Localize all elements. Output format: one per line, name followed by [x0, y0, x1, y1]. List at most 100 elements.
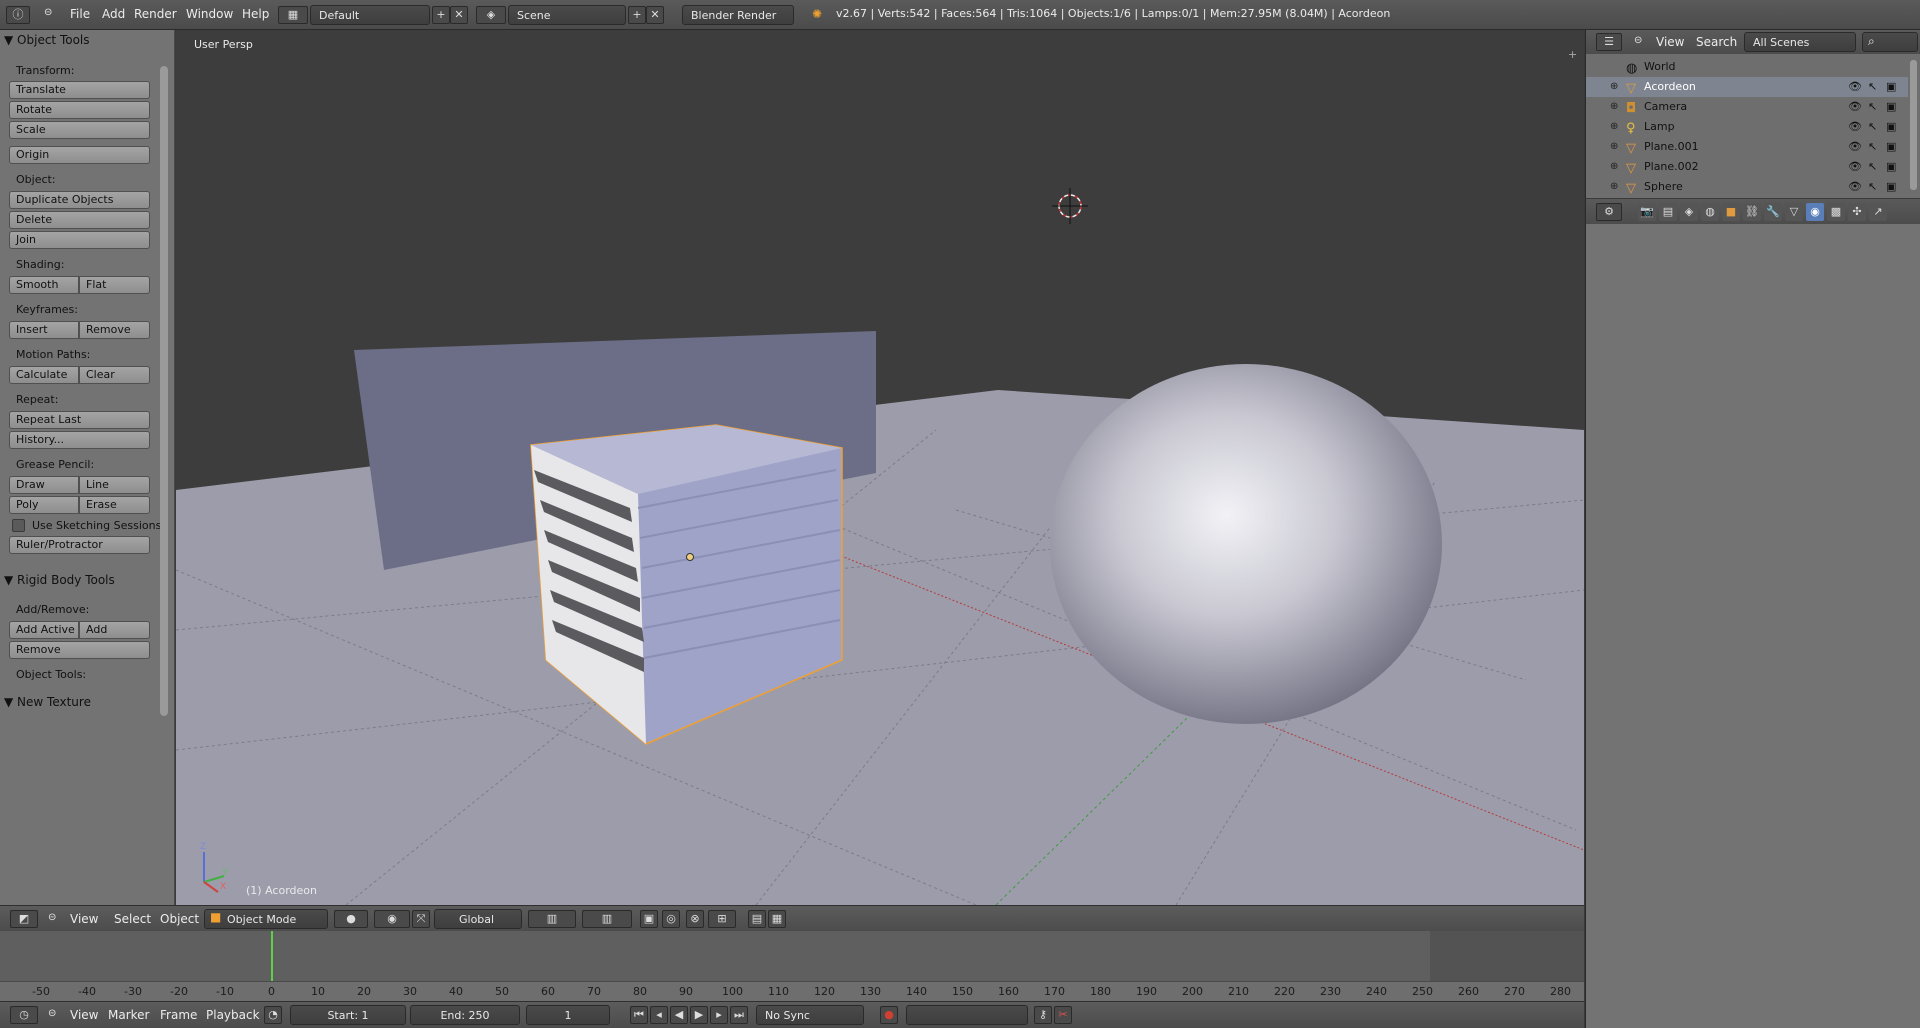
visibility-eye-icon[interactable]: 👁 [1848, 117, 1862, 137]
remove-screen-icon[interactable]: ✕ [450, 6, 468, 24]
visibility-eye-icon[interactable]: 👁 [1848, 137, 1862, 157]
keying-set-field[interactable] [906, 1005, 1028, 1025]
outliner-list[interactable]: ◍ World ⊕ ▽ Acordeon 👁 ↖ ▣ ⊕ ◘ Camera 👁 … [1585, 54, 1920, 198]
calculate-button[interactable]: Calculate [9, 366, 79, 384]
add-active-button[interactable]: Add Active [9, 621, 79, 639]
menu-view[interactable]: View [70, 912, 98, 926]
physics-tab-icon[interactable]: ↗ [1869, 203, 1887, 221]
selectable-cursor-icon[interactable]: ↖ [1868, 157, 1877, 177]
editor-type-timeline-icon[interactable]: ◷ [10, 1006, 38, 1024]
editor-type-properties-icon[interactable]: ⚙ [1596, 203, 1622, 221]
remove-scene-icon[interactable]: ✕ [646, 6, 664, 24]
timeline-ruler[interactable]: -50 -40 -30 -20 -10 0 10 20 30 40 50 60 … [0, 981, 1584, 1001]
insert-keyframe-button[interactable]: Insert [9, 321, 79, 339]
outliner-item[interactable]: ⊕ ▽ Plane.002 👁 ↖ ▣ [1586, 157, 1908, 177]
tool-shelf-scrollbar[interactable] [160, 66, 168, 716]
object-tools-panel-header[interactable]: ▼ Object Tools [4, 33, 90, 47]
jump-start-icon[interactable]: ⏮ [630, 1006, 648, 1024]
start-frame-field[interactable]: Start: 1 [290, 1005, 406, 1025]
menu-view[interactable]: View [70, 1008, 98, 1022]
object-tab-icon[interactable]: ■ [1722, 203, 1740, 221]
visibility-eye-icon[interactable]: 👁 [1848, 157, 1862, 177]
menu-help[interactable]: Help [242, 7, 269, 21]
3d-cursor-icon[interactable] [1052, 188, 1088, 224]
line-button[interactable]: Line [79, 476, 150, 494]
menu-object[interactable]: Object [160, 912, 199, 926]
renderable-camera-icon[interactable]: ▣ [1886, 137, 1896, 157]
scene-field[interactable]: Scene [508, 5, 626, 25]
selectable-cursor-icon[interactable]: ↖ [1868, 77, 1877, 97]
3d-viewport[interactable]: User Persp Z Y X (1) Acordeon + [176, 30, 1584, 905]
expand-icon[interactable]: ⊕ [1610, 97, 1618, 117]
menu-frame[interactable]: Frame [160, 1008, 197, 1022]
visibility-eye-icon[interactable]: 👁 [1848, 177, 1862, 197]
new-texture-panel-header[interactable]: ▼ New Texture [4, 695, 91, 709]
transform-orientation-dropdown[interactable]: Global [434, 909, 522, 929]
renderable-camera-icon[interactable]: ▣ [1886, 177, 1896, 197]
collapse-menus-icon[interactable]: ⊝ [1634, 35, 1642, 46]
collapse-menus-icon[interactable]: ⊝ [48, 912, 56, 923]
world-tab-icon[interactable]: ◍ [1701, 203, 1719, 221]
add-screen-icon[interactable]: + [432, 6, 450, 24]
collapse-menus-icon[interactable]: ⊝ [44, 7, 52, 18]
manipulator-icon[interactable]: ⤧ [412, 910, 430, 928]
rigid-body-panel-header[interactable]: ▼ Rigid Body Tools [4, 573, 115, 587]
data-tab-icon[interactable]: ▽ [1785, 203, 1803, 221]
expand-icon[interactable]: ⊕ [1610, 77, 1618, 97]
opengl-render-anim-icon[interactable]: ▦ [768, 910, 786, 928]
selectable-cursor-icon[interactable]: ↖ [1868, 97, 1877, 117]
ruler-protractor-button[interactable]: Ruler/Protractor [9, 536, 150, 554]
smooth-button[interactable]: Smooth [9, 276, 79, 294]
render-engine-dropdown[interactable]: Blender Render [682, 5, 794, 25]
screen-layout-icon[interactable]: ▦ [278, 6, 308, 24]
clear-button[interactable]: Clear [79, 366, 150, 384]
menu-render[interactable]: Render [134, 7, 177, 21]
flat-button[interactable]: Flat [79, 276, 150, 294]
scene-layers-2-icon[interactable]: ▥ [582, 910, 632, 928]
expand-icon[interactable]: ⊕ [1610, 157, 1618, 177]
snap-element-icon[interactable]: ⊞ [708, 910, 736, 928]
insert-keyframe-icon[interactable]: ⚷ [1034, 1006, 1052, 1024]
rotate-button[interactable]: Rotate [9, 101, 150, 119]
renderable-camera-icon[interactable]: ▣ [1886, 117, 1896, 137]
draw-button[interactable]: Draw [9, 476, 79, 494]
origin-button[interactable]: Origin [9, 146, 150, 164]
translate-button[interactable]: Translate [9, 81, 150, 99]
expand-icon[interactable]: ⊕ [1610, 137, 1618, 157]
remove-rigid-body-button[interactable]: Remove [9, 641, 150, 659]
add-passive-button[interactable]: Add Passive [79, 621, 150, 652]
outliner-item[interactable]: ◍ World [1586, 57, 1908, 77]
material-tab-icon[interactable]: ◉ [1806, 203, 1824, 221]
outliner-scrollbar[interactable] [1910, 60, 1917, 190]
object-mode-dropdown[interactable]: Object Mode [204, 909, 328, 929]
outliner-filter-dropdown[interactable]: All Scenes [1744, 32, 1856, 52]
menu-playback[interactable]: Playback [206, 1008, 260, 1022]
preview-range-icon[interactable]: ◔ [264, 1006, 282, 1024]
expand-icon[interactable]: ⊕ [1610, 177, 1618, 197]
timeline-editor[interactable]: -50 -40 -30 -20 -10 0 10 20 30 40 50 60 … [0, 931, 1584, 1001]
lock-layers-icon[interactable]: ▣ [640, 910, 658, 928]
selectable-cursor-icon[interactable]: ↖ [1868, 117, 1877, 137]
history-button[interactable]: History... [9, 431, 150, 449]
jump-keyframe-forward-icon[interactable]: ▸ [710, 1006, 728, 1024]
render-layers-tab-icon[interactable]: ▤ [1659, 203, 1677, 221]
sphere-object[interactable] [1050, 364, 1442, 724]
editor-type-3d-view-icon[interactable]: ◩ [10, 910, 38, 928]
scene-layers-icon[interactable]: ▥ [528, 910, 576, 928]
editor-type-outliner-icon[interactable]: ☰ [1596, 33, 1622, 51]
constraints-tab-icon[interactable]: ⛓ [1743, 203, 1761, 221]
pivot-point-icon[interactable]: ◉ [374, 910, 410, 928]
auto-keyframe-record-icon[interactable]: ● [880, 1006, 898, 1024]
jump-end-icon[interactable]: ⏭ [730, 1006, 748, 1024]
visibility-eye-icon[interactable]: 👁 [1848, 97, 1862, 117]
erase-button[interactable]: Erase [79, 496, 150, 514]
expand-icon[interactable]: ⊕ [1610, 117, 1618, 137]
editor-type-info-icon[interactable]: ⓘ [6, 6, 30, 24]
snap-icon[interactable]: ⊗ [686, 910, 704, 928]
play-icon[interactable]: ▶ [690, 1006, 708, 1024]
poly-button[interactable]: Poly [9, 496, 79, 514]
outliner-item-active[interactable]: ⊕ ▽ Acordeon 👁 ↖ ▣ [1586, 77, 1908, 97]
scene-tab-icon[interactable]: ◈ [1680, 203, 1698, 221]
menu-file[interactable]: File [70, 7, 90, 21]
jump-keyframe-back-icon[interactable]: ◂ [650, 1006, 668, 1024]
